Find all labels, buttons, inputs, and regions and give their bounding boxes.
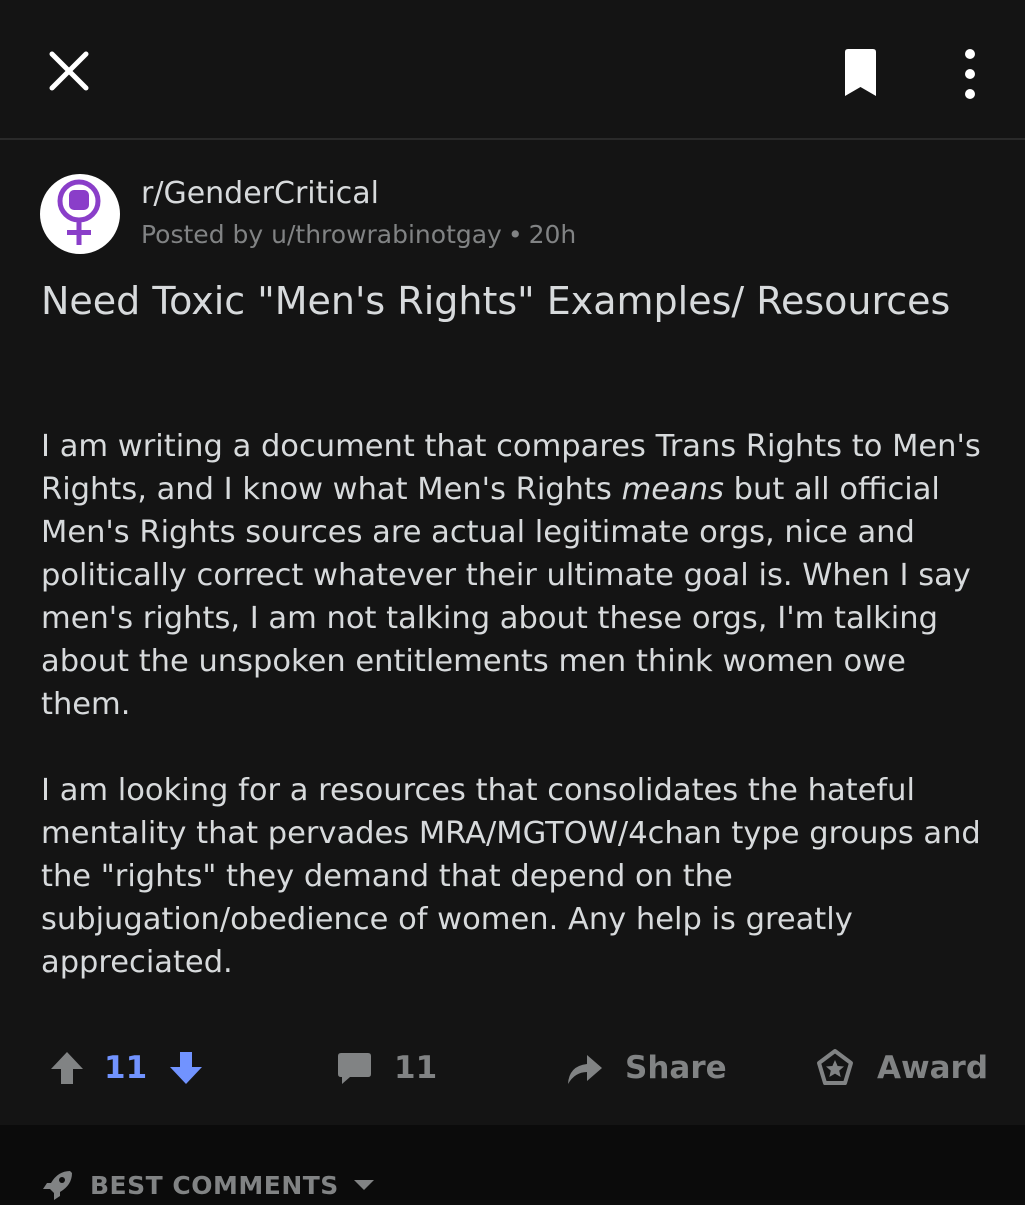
award-label: Award	[877, 1050, 989, 1086]
subreddit-name[interactable]: r/GenderCritical	[141, 176, 379, 211]
vote-count: 11	[104, 1050, 148, 1086]
vote-control: 11	[48, 1043, 205, 1093]
post-age: 20h	[528, 220, 577, 249]
body-text: but all official Men's Rights sources ar…	[41, 472, 971, 722]
award-icon	[817, 1049, 853, 1085]
comments-section: BEST COMMENTS	[0, 1125, 1025, 1200]
body-paragraph: I am writing a document that compares Tr…	[41, 425, 1001, 726]
arrow-down-icon[interactable]	[167, 1048, 205, 1088]
comments-button[interactable]: 11	[334, 1043, 437, 1093]
emphasized-text: means	[621, 472, 724, 507]
arrow-up-icon[interactable]	[48, 1048, 86, 1088]
subreddit-avatar[interactable]	[40, 174, 120, 254]
post-actions-bar: 11 11 Share Award	[0, 1035, 1025, 1105]
close-button[interactable]	[40, 46, 100, 96]
post-title: Need Toxic "Men's Rights" Examples/ Reso…	[41, 279, 951, 323]
post-body: I am writing a document that compares Tr…	[41, 425, 1001, 1027]
share-label: Share	[625, 1050, 727, 1086]
bookmark-button[interactable]	[830, 44, 890, 104]
body-paragraph: I am looking for a resources that consol…	[41, 773, 981, 980]
top-bar	[0, 0, 1025, 140]
more-options-button[interactable]	[945, 44, 995, 104]
share-button[interactable]: Share	[563, 1043, 727, 1093]
posted-by-prefix: Posted by	[141, 220, 264, 249]
rocket-icon	[43, 1171, 72, 1200]
bookmark-icon	[845, 49, 876, 96]
post-meta: Posted by u/throwrabinotgay • 20h	[141, 220, 576, 249]
author-link[interactable]: u/throwrabinotgay	[271, 220, 502, 249]
share-icon	[568, 1055, 602, 1084]
comment-count: 11	[394, 1050, 438, 1086]
caret-down-icon	[353, 1180, 374, 1190]
comment-sort-label: BEST COMMENTS	[90, 1170, 339, 1200]
comment-sort-selector[interactable]: BEST COMMENTS	[40, 1165, 377, 1205]
post-card: r/GenderCritical Posted by u/throwrabino…	[0, 140, 1025, 1125]
comment-icon	[338, 1053, 371, 1084]
close-icon	[49, 51, 89, 91]
more-vertical-icon	[965, 49, 975, 99]
award-button[interactable]: Award	[815, 1043, 988, 1093]
meta-separator: •	[507, 220, 523, 249]
female-symbol-fist-icon	[57, 179, 101, 245]
